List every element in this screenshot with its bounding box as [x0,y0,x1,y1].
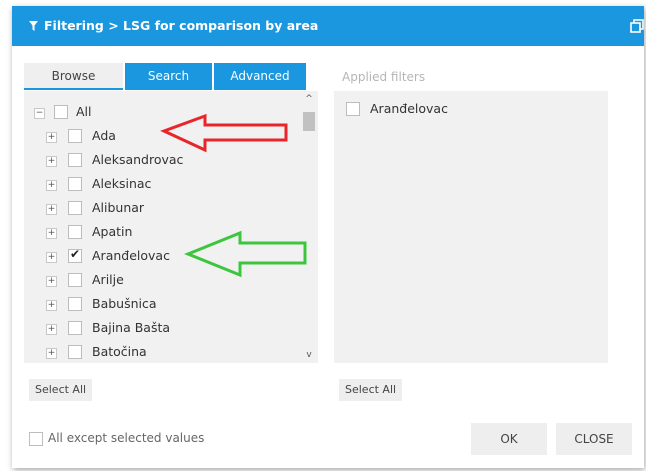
tree-row[interactable]: + Batočina [24,341,294,363]
checkbox[interactable] [29,432,43,446]
expand-icon[interactable]: + [46,180,57,191]
tree-row[interactable]: + Bajina Bašta [24,317,294,341]
filter-icon [29,19,38,34]
dialog-titlebar: Filtering > LSG for comparison by area [12,6,644,46]
tree-item-label: Bajina Bašta [92,320,171,335]
scroll-up-icon[interactable]: ^ [300,93,318,105]
select-all-button-right[interactable]: Select All [339,379,403,401]
tree-row[interactable]: + Ada [24,125,294,149]
checkbox[interactable] [68,273,82,287]
tab-search[interactable]: Search [125,63,212,90]
tree-row-all[interactable]: − All [24,101,294,125]
select-all-button-left[interactable]: Select All [29,379,93,401]
tree-row[interactable]: + Aleksinac [24,173,294,197]
expand-icon[interactable]: + [46,132,57,143]
tree-item-label: Ada [92,128,116,143]
ok-button[interactable]: OK [471,423,547,455]
tree-row[interactable]: + Aleksandrovac [24,149,294,173]
tab-browse[interactable]: Browse [24,63,123,90]
tree-item-label: Arilje [92,272,124,287]
tree-row[interactable]: + Apatin [24,221,294,245]
tree-item-label: Babušnica [92,296,157,311]
applied-filters-title: Applied filters [342,70,426,84]
expand-icon[interactable]: + [46,324,57,335]
scroll-thumb[interactable] [303,112,315,131]
checkbox[interactable] [346,102,360,116]
tree-item-label: Alibunar [92,200,145,215]
checkbox[interactable] [68,225,82,239]
filter-tabs: Browse Search Advanced [24,63,308,90]
tree-item-label: Batočina [92,344,147,359]
expand-icon[interactable]: + [46,348,57,359]
tree-scrollbar[interactable]: ^ v [300,91,318,363]
expand-icon[interactable]: + [46,204,57,215]
checkbox[interactable] [68,129,82,143]
checkmark-icon: ✔ [70,247,81,261]
tree-item-label: All [76,104,92,119]
tree-item-label: Aleksandrovac [92,152,184,167]
restore-window-icon[interactable] [630,18,644,33]
tree-item-label: Aleksinac [92,176,152,191]
checkbox[interactable] [68,345,82,359]
tree-row[interactable]: + Arilje [24,269,294,293]
tree-row[interactable]: + Alibunar [24,197,294,221]
tree-row[interactable]: + ✔ Aranđelovac [24,245,294,269]
tab-advanced[interactable]: Advanced [214,63,306,90]
tree-row[interactable]: + Babušnica [24,293,294,317]
checkbox[interactable] [68,153,82,167]
checkbox[interactable] [68,321,82,335]
dialog-title: Filtering > LSG for comparison by area [29,18,318,34]
close-button[interactable]: CLOSE [556,423,632,455]
values-tree: − All + Ada + Aleksandrovac + Aleksinac … [24,91,318,363]
checkbox[interactable] [54,105,68,119]
tree-item-label: Aranđelovac [92,248,170,263]
dialog-title-text: Filtering > LSG for comparison by area [44,18,319,33]
expand-icon[interactable]: + [46,228,57,239]
checkbox[interactable] [68,201,82,215]
expand-icon[interactable]: + [46,276,57,287]
checkbox-checked[interactable]: ✔ [68,247,82,263]
tree-item-label: Apatin [92,224,133,239]
collapse-icon[interactable]: − [34,108,45,119]
checkbox[interactable] [68,297,82,311]
applied-filter-label: Aranđelovac [370,101,448,116]
expand-icon[interactable]: + [46,156,57,167]
checkbox[interactable] [68,177,82,191]
expand-icon[interactable]: + [46,252,57,263]
scroll-down-icon[interactable]: v [300,349,318,361]
applied-filters-panel: Aranđelovac [334,91,608,363]
filter-dialog: Filtering > LSG for comparison by area B… [12,6,644,468]
expand-icon[interactable]: + [46,300,57,311]
all-except-label: All except selected values [48,431,205,445]
